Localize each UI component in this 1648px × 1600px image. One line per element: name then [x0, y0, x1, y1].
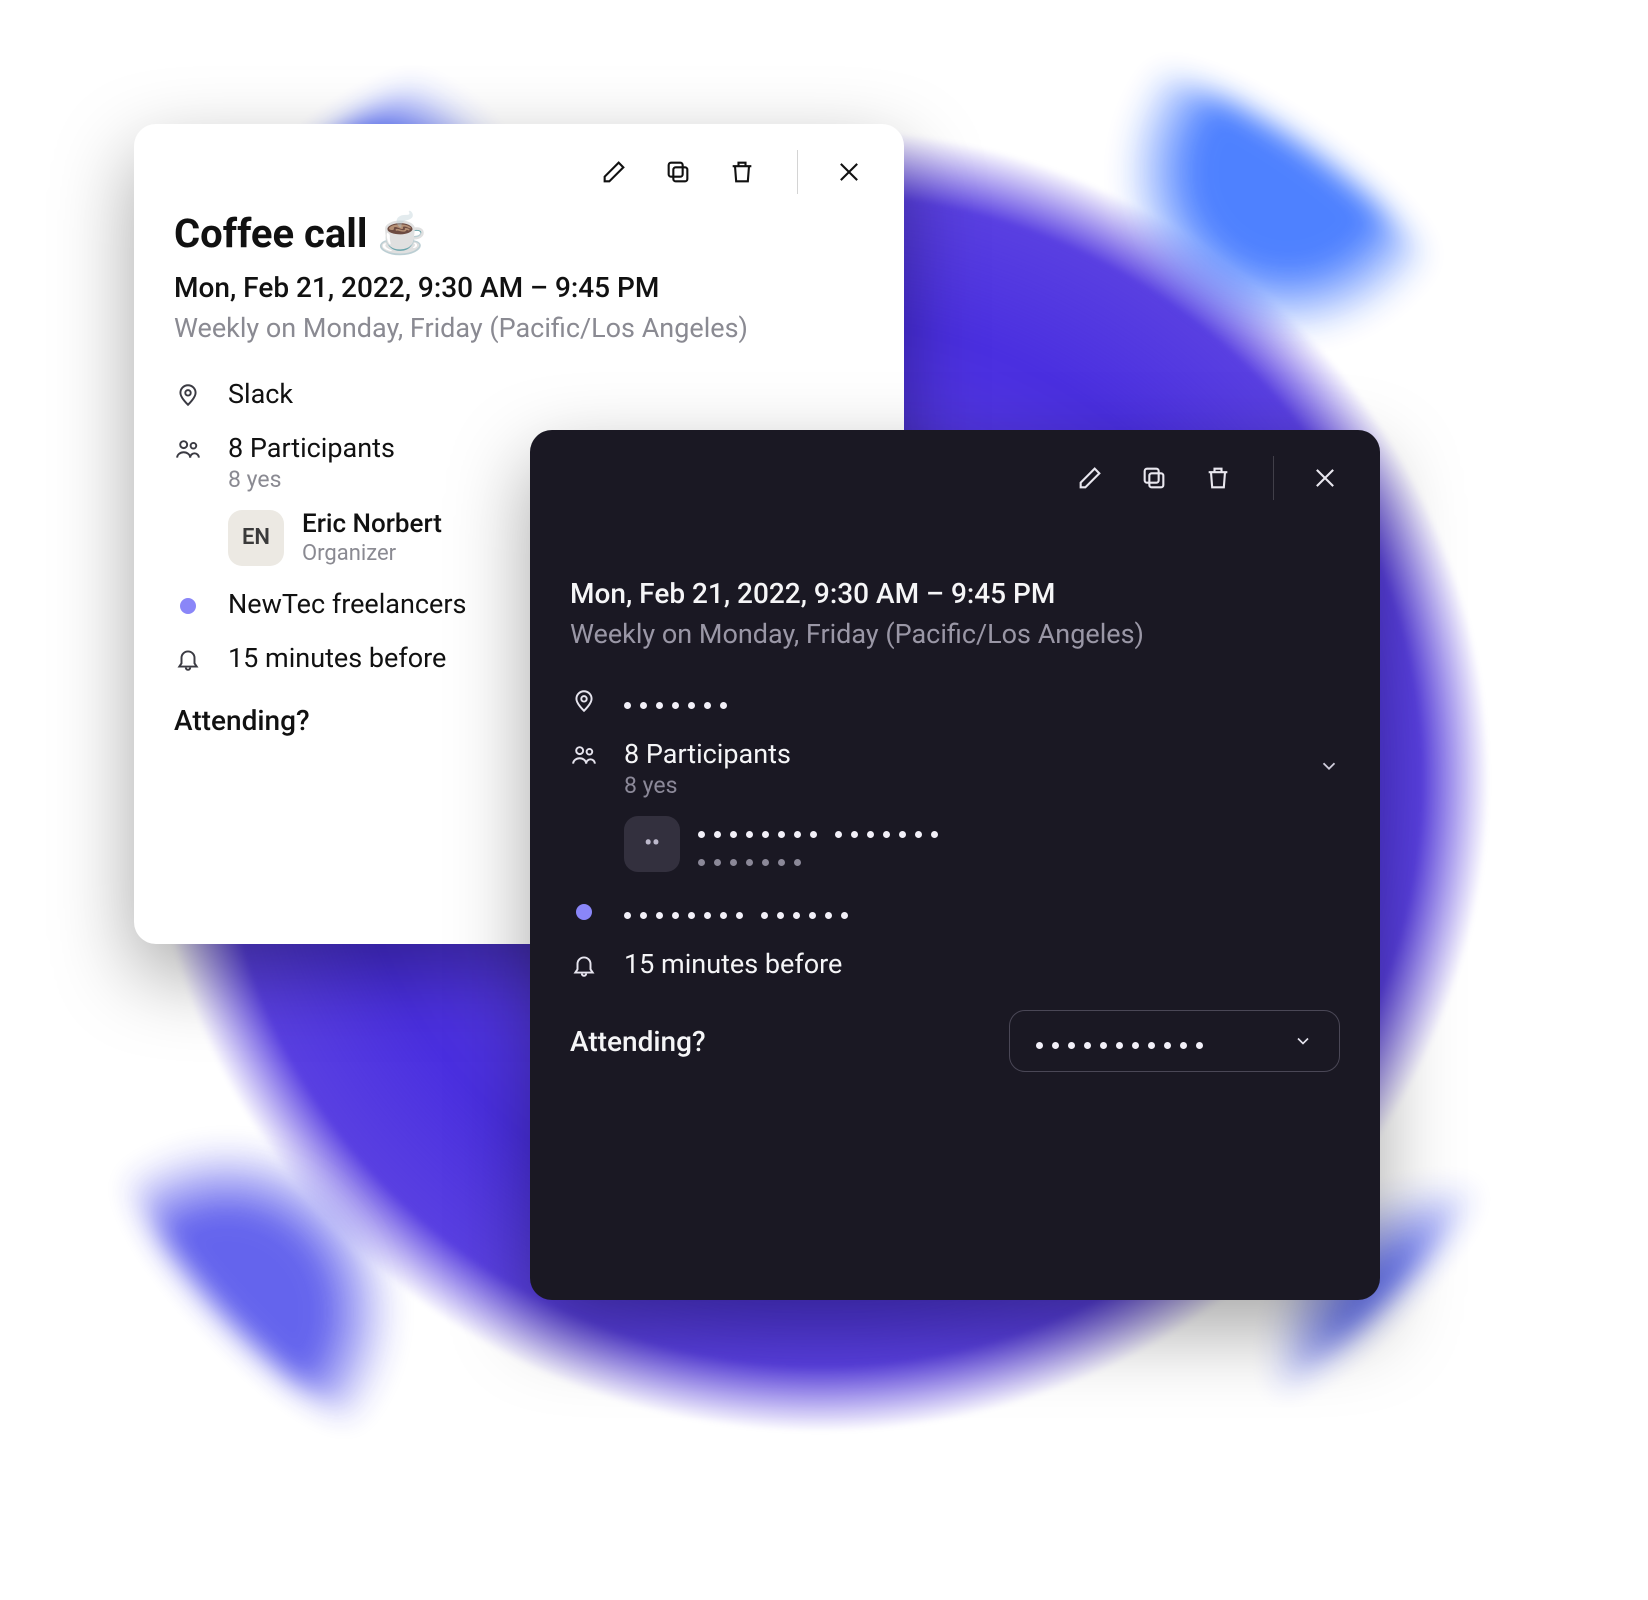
organizer: ••	[624, 815, 938, 872]
event-title: Coffee call ☕	[174, 210, 864, 257]
bell-icon	[174, 642, 202, 672]
location-redacted	[624, 684, 727, 716]
event-title-redacted	[570, 516, 588, 563]
rsvp-value-redacted	[1036, 1027, 1203, 1055]
copy-button[interactable]	[663, 157, 693, 187]
calendar-color-dot	[180, 598, 196, 614]
rsvp-select[interactable]	[1009, 1010, 1340, 1072]
reminder-value: 15 minutes before	[624, 948, 1340, 980]
delete-button[interactable]	[1203, 463, 1233, 493]
chevron-down-icon	[1318, 738, 1340, 784]
event-title-text: Coffee call ☕	[174, 210, 427, 257]
delete-button[interactable]	[727, 157, 757, 187]
event-datetime: Mon, Feb 21, 2022, 9:30 AM – 9:45 PM	[570, 577, 1340, 610]
event-card-dark: Mon, Feb 21, 2022, 9:30 AM – 9:45 PM Wee…	[530, 430, 1380, 1300]
toolbar	[570, 458, 1340, 498]
edit-button[interactable]	[599, 157, 629, 187]
location-value	[624, 684, 1340, 716]
chevron-down-icon	[1293, 1031, 1313, 1051]
close-button[interactable]	[1310, 463, 1340, 493]
calendar-row	[570, 894, 1340, 926]
calendar-name	[624, 894, 1340, 926]
location-value: Slack	[228, 378, 864, 410]
organizer-name	[698, 815, 938, 845]
participants-icon	[570, 738, 598, 768]
location-icon	[174, 378, 202, 408]
organizer-avatar: EN	[228, 510, 284, 566]
participants-yes: 8 yes	[624, 772, 938, 799]
location-row: Slack	[174, 378, 864, 410]
organizer-role: Organizer	[302, 541, 442, 566]
copy-button[interactable]	[1139, 463, 1169, 493]
event-recurrence: Weekly on Monday, Friday (Pacific/Los An…	[570, 618, 1340, 650]
participants-count: 8 Participants	[624, 738, 938, 770]
participants-row[interactable]: 8 Participants 8 yes ••	[570, 738, 1340, 872]
attending-label: Attending?	[174, 704, 310, 737]
location-icon	[570, 684, 598, 714]
event-datetime: Mon, Feb 21, 2022, 9:30 AM – 9:45 PM	[174, 271, 864, 304]
edit-button[interactable]	[1075, 463, 1105, 493]
event-title	[570, 516, 1340, 563]
bell-icon	[570, 948, 598, 978]
calendar-color-icon	[570, 894, 598, 920]
toolbar	[174, 152, 864, 192]
event-recurrence: Weekly on Monday, Friday (Pacific/Los An…	[174, 312, 864, 344]
attending-footer: Attending?	[570, 1010, 1340, 1072]
attending-label: Attending?	[570, 1025, 706, 1058]
toolbar-divider	[797, 150, 798, 194]
reminder-row: 15 minutes before	[570, 948, 1340, 980]
toolbar-divider	[1273, 456, 1274, 500]
calendar-color-icon	[174, 588, 202, 614]
close-button[interactable]	[834, 157, 864, 187]
location-row	[570, 684, 1340, 716]
participants-icon	[174, 432, 202, 462]
calendar-color-dot	[576, 904, 592, 920]
organizer-avatar: ••	[624, 816, 680, 872]
organizer-role	[698, 847, 938, 872]
organizer-name: Eric Norbert	[302, 509, 442, 539]
